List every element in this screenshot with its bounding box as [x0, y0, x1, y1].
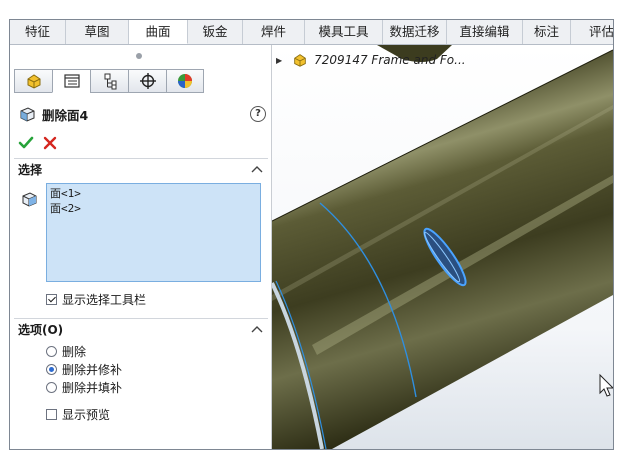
tab-1[interactable]: 草图: [66, 20, 129, 44]
feature-tree-root[interactable]: ▶ 7209147 Frame and Fo...: [276, 52, 466, 68]
face-selection-list[interactable]: 面<1> 面<2>: [46, 183, 261, 282]
pipe-model[interactable]: [272, 45, 613, 449]
tab-6[interactable]: 数据迁移: [383, 20, 447, 44]
feature-title: 删除面4: [42, 107, 89, 123]
display-manager-icon: [178, 74, 192, 88]
radio-delete-and-patch[interactable]: 删除并修补: [46, 361, 122, 378]
tab-7[interactable]: 直接编辑: [447, 20, 523, 44]
list-item[interactable]: 面<1>: [50, 186, 257, 201]
face-selection-icon: [22, 192, 37, 207]
radio-delete-and-patch-label: 删除并修补: [62, 363, 123, 377]
chevron-up-icon[interactable]: [250, 324, 268, 334]
checkbox-box[interactable]: [46, 294, 57, 305]
chevron-up-icon[interactable]: [250, 164, 268, 174]
property-manager-panel: 删除面4 ? 选择 面<1> 面<2> 显示选择工具栏 选项(O) 删除 删除并…: [10, 45, 272, 449]
radio-circle[interactable]: [46, 382, 57, 393]
ok-cancel-row: [18, 135, 58, 151]
expand-arrow-icon[interactable]: ▶: [276, 56, 282, 65]
part-icon: [294, 54, 306, 67]
show-selection-toolbar-checkbox[interactable]: 显示选择工具栏: [46, 291, 146, 308]
tab-2[interactable]: 曲面: [129, 20, 188, 44]
display-manager-tab[interactable]: [166, 69, 204, 93]
radio-circle[interactable]: [46, 346, 57, 357]
delete-face-icon: [20, 107, 35, 122]
property-manager-icon: [63, 74, 80, 88]
selection-section-label: 选择: [18, 162, 43, 177]
options-section-label: 选项(O): [18, 322, 64, 337]
radio-delete[interactable]: 删除: [46, 343, 86, 360]
dim-xpert-icon: [139, 73, 156, 89]
tab-0[interactable]: 特征: [10, 20, 66, 44]
checkbox-box[interactable]: [46, 409, 57, 420]
feature-manager-tab[interactable]: [14, 69, 52, 93]
options-section-header[interactable]: 选项(O): [14, 318, 268, 339]
radio-delete-label: 删除: [62, 345, 87, 359]
radio-delete-and-fill[interactable]: 删除并填补: [46, 379, 122, 396]
configuration-manager-tab[interactable]: [90, 69, 128, 93]
graphics-viewport[interactable]: [272, 45, 613, 449]
tab-5[interactable]: 模具工具: [305, 20, 383, 44]
show-preview-checkbox[interactable]: 显示预览: [46, 406, 110, 423]
radio-delete-and-fill-label: 删除并填补: [62, 381, 123, 395]
dim-xpert-tab[interactable]: [128, 69, 166, 93]
feature-manager-icon: [27, 74, 40, 89]
radio-circle[interactable]: [46, 364, 57, 375]
property-manager-tab[interactable]: [52, 69, 90, 93]
part-name[interactable]: 7209147 Frame and Fo...: [314, 53, 465, 67]
show-preview-label: 显示预览: [62, 408, 111, 422]
ok-checkmark-icon[interactable]: [18, 135, 34, 151]
tab-3[interactable]: 钣金: [188, 20, 243, 44]
cancel-x-icon[interactable]: [42, 135, 58, 151]
tab-8[interactable]: 标注: [523, 20, 571, 44]
property-title-row: 删除面4 ?: [18, 103, 268, 125]
tab-9[interactable]: 评估: [571, 20, 623, 44]
selection-section-header[interactable]: 选择: [14, 158, 268, 179]
tab-4[interactable]: 焊件: [243, 20, 305, 44]
manager-tabs: [14, 69, 204, 93]
help-button[interactable]: ?: [250, 106, 266, 122]
show-selection-toolbar-label: 显示选择工具栏: [62, 293, 147, 307]
list-item[interactable]: 面<2>: [50, 201, 257, 216]
ribbon-tab-bar: 特征 草图 曲面 钣金 焊件 模具工具 数据迁移 直接编辑 标注 评估: [10, 20, 614, 45]
configuration-manager-icon: [104, 73, 116, 90]
panel-grip-handle[interactable]: [136, 53, 142, 59]
